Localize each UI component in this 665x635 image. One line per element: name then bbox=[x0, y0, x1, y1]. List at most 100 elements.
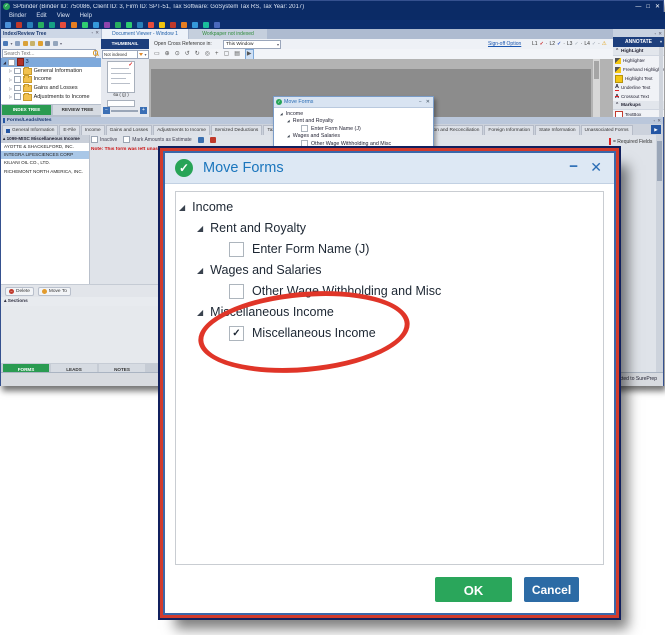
tool-underline-text[interactable]: A Underline Text bbox=[613, 83, 664, 92]
pan-icon[interactable]: + bbox=[215, 50, 219, 59]
tree-leaf-enter-form-name[interactable]: Enter Form Name (J) bbox=[229, 239, 369, 259]
toolbar-stamp-icon[interactable] bbox=[170, 21, 176, 28]
text-select-icon[interactable]: ▤ bbox=[234, 50, 240, 59]
not-indexed-dropdown[interactable]: Not indexed bbox=[102, 50, 138, 59]
dialog-minimize-button[interactable]: − bbox=[569, 153, 578, 181]
form-list-item[interactable]: RICHEMONT NORTH AMERICA, INC. bbox=[1, 168, 89, 176]
tree-node-label[interactable]: Rent and Royalty bbox=[293, 118, 334, 124]
panel-close-icon[interactable]: ✕ bbox=[658, 31, 662, 37]
menu-help[interactable]: Help bbox=[80, 13, 92, 19]
tab-document-viewer[interactable]: Document Viewer - Window 1 bbox=[102, 29, 188, 39]
expanded-triangle-icon[interactable]: ◢ bbox=[287, 134, 290, 138]
scrollbar-thumb[interactable] bbox=[657, 141, 662, 181]
collapsed-triangle-icon[interactable]: ▷ bbox=[9, 68, 12, 73]
expanded-triangle-icon[interactable]: ◢ bbox=[179, 203, 185, 212]
copy-page-icon[interactable] bbox=[15, 40, 21, 46]
new-folder-icon[interactable] bbox=[22, 40, 28, 46]
tree-leaf-label[interactable]: Other Wage Withholding and Misc bbox=[311, 141, 391, 147]
toolbar-bookmark-icon[interactable] bbox=[71, 21, 77, 28]
zoom-in-button[interactable]: + bbox=[140, 107, 147, 114]
toolbar-export-icon[interactable] bbox=[38, 21, 44, 28]
panel-close-icon[interactable]: ✕ bbox=[95, 30, 99, 36]
toolbar-grid-icon[interactable] bbox=[93, 21, 99, 28]
search-icon[interactable] bbox=[92, 50, 98, 56]
form-checkbox[interactable] bbox=[301, 140, 308, 148]
dialog-titlebar[interactable]: ✓ Move Forms − ✕ bbox=[165, 153, 614, 184]
tree-view-caret-icon[interactable]: ▾ bbox=[11, 41, 13, 46]
tree-item-checkbox[interactable] bbox=[14, 76, 21, 83]
delete-button[interactable]: − Delete bbox=[5, 287, 34, 296]
tab-scroll-right-button[interactable]: ▶ bbox=[651, 125, 661, 134]
level-1-label[interactable]: L1 bbox=[532, 39, 538, 49]
estimate-checkbox-group[interactable]: Mark Amounts as Estimate bbox=[123, 136, 192, 143]
annotate-scrollbar[interactable] bbox=[659, 47, 663, 117]
fit-page-icon[interactable]: ⊙ bbox=[175, 50, 180, 59]
panel-pin-icon[interactable]: ▫ bbox=[92, 30, 94, 36]
scrollbar-thumb[interactable] bbox=[594, 61, 599, 79]
level-4-label[interactable]: L4 bbox=[584, 39, 590, 49]
tree-item-income[interactable]: ▷ Income bbox=[1, 75, 101, 84]
form-checkbox-unchecked[interactable] bbox=[229, 283, 244, 299]
tree-item-gains-and-losses[interactable]: ▷ Gains and Losses bbox=[1, 84, 101, 93]
cancel-button[interactable]: Cancel bbox=[524, 577, 579, 602]
tree-node-rent-and-royalty[interactable]: ◢ Rent and Royalty bbox=[197, 218, 306, 238]
menu-view[interactable]: View bbox=[57, 13, 70, 19]
section-markups[interactable]: ⌃ Markups bbox=[613, 101, 664, 110]
menu-edit[interactable]: Edit bbox=[36, 13, 46, 19]
tab-gains-and-losses[interactable]: Gains and Losses bbox=[105, 125, 153, 135]
signoff-option-link[interactable]: Sign-off Option bbox=[488, 39, 521, 49]
window-minimize-button[interactable]: — bbox=[635, 4, 641, 10]
form-list-item[interactable]: KILIANI OIL CO., LTD. bbox=[1, 159, 89, 167]
tree-node-miscellaneous-income[interactable]: ◢ Miscellaneous Income bbox=[197, 302, 334, 322]
zoom-out-button[interactable]: − bbox=[103, 107, 110, 114]
toolbar-sheet-icon[interactable] bbox=[115, 21, 121, 28]
tree-view-icon[interactable] bbox=[3, 40, 8, 46]
select-area-icon[interactable]: ▭ bbox=[154, 50, 160, 59]
toolbar-upload-icon[interactable] bbox=[203, 21, 209, 28]
tree-leaf-label[interactable]: Enter Form Name (J) bbox=[311, 126, 361, 132]
sections-header[interactable]: ▴ Sections bbox=[1, 297, 167, 306]
page-thumbnail[interactable]: ✓ bbox=[107, 61, 135, 93]
dialog-titlebar[interactable]: ✓ Move Forms − ✕ bbox=[274, 97, 433, 108]
forms-vertical-scrollbar[interactable] bbox=[656, 135, 663, 372]
toolbar-binder-icon[interactable] bbox=[16, 21, 22, 28]
cursor-tool-icon[interactable]: ▶ bbox=[244, 48, 254, 60]
toolbar-globe-icon[interactable] bbox=[192, 21, 198, 28]
tool-highlighter[interactable]: Highlighter bbox=[613, 56, 664, 65]
tab-adjustments-to-income[interactable]: Adjustments to Income bbox=[153, 125, 210, 135]
tab-workpaper-not-indexed[interactable]: Workpaper not indexed bbox=[189, 29, 267, 39]
dialog-close-button[interactable]: ✕ bbox=[590, 153, 602, 181]
expanded-triangle-icon[interactable]: ◢ bbox=[287, 119, 290, 123]
estimate-checkbox[interactable] bbox=[123, 136, 131, 143]
refresh-icon[interactable]: ◎ bbox=[205, 50, 210, 59]
zoom-slider-track[interactable] bbox=[111, 110, 138, 112]
expanded-triangle-icon[interactable]: ◢ bbox=[197, 266, 203, 275]
form-action-red-icon[interactable] bbox=[209, 136, 216, 143]
tree-leaf-other-wage-withholding[interactable]: Other Wage Withholding and Misc bbox=[229, 281, 441, 301]
tree-item-checkbox[interactable] bbox=[14, 67, 21, 75]
tab-itemized-deductions[interactable]: Itemized Deductions bbox=[210, 125, 263, 135]
viewer-vertical-scrollbar[interactable] bbox=[593, 59, 600, 117]
filter-funnel-button[interactable]: ▾ bbox=[137, 50, 149, 59]
panel-pin-icon[interactable]: ▫ bbox=[655, 31, 657, 37]
form-checkbox-checked[interactable]: ✓ bbox=[229, 325, 244, 341]
form-checkbox-unchecked[interactable] bbox=[229, 241, 244, 257]
toolbar-save-icon[interactable] bbox=[5, 21, 11, 28]
toolbar-print-icon[interactable] bbox=[27, 21, 33, 28]
tab-e-file[interactable]: E-File bbox=[59, 125, 80, 135]
window-maximize-button[interactable]: □ bbox=[646, 4, 650, 10]
annotate-header[interactable]: ANNOTATE ▾ bbox=[613, 37, 664, 47]
dialog-minimize-button[interactable]: − bbox=[419, 97, 422, 107]
tree-root-checkbox[interactable] bbox=[8, 59, 15, 66]
thumbnail-button[interactable]: THUMBNAIL bbox=[101, 39, 149, 49]
tree-node-income[interactable]: ◢ Income bbox=[179, 197, 233, 217]
tab-review-tree[interactable]: REVIEW TREE bbox=[53, 105, 102, 115]
level-3-label[interactable]: L3 bbox=[567, 39, 573, 49]
window-close-button[interactable]: ✕ bbox=[655, 3, 660, 10]
tab-index-tree[interactable]: INDEX TREE bbox=[2, 105, 51, 115]
toolbar-window-icon[interactable] bbox=[137, 21, 143, 28]
collapsed-triangle-icon[interactable]: ▷ bbox=[9, 94, 12, 99]
tree-item-general-information[interactable]: ▷ General Information bbox=[1, 66, 101, 76]
form-list-group-header[interactable]: ▴ 1099-MISC Miscellaneous Income bbox=[1, 135, 89, 143]
dialog-close-button[interactable]: ✕ bbox=[426, 97, 430, 107]
